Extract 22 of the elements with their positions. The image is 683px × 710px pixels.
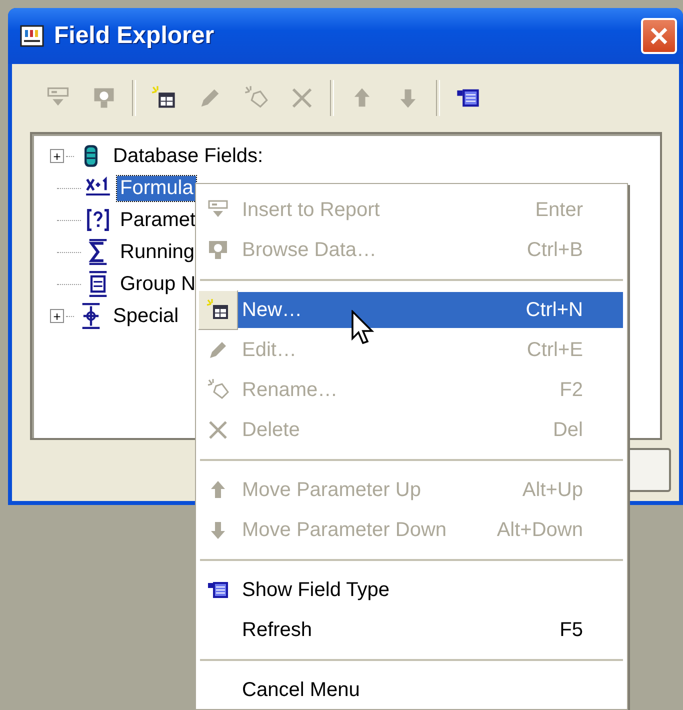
tree-item[interactable]: Formula [117, 176, 196, 200]
tree-item[interactable]: Running [117, 240, 198, 264]
app-icon [20, 24, 44, 48]
expand-toggle[interactable]: + [50, 309, 64, 323]
close-icon [648, 25, 670, 47]
menu-item[interactable]: Refresh F5 [238, 612, 623, 648]
tree-item[interactable]: Paramet [117, 208, 199, 232]
tree-item[interactable]: Special [110, 304, 182, 328]
mouse-pointer-icon [351, 310, 375, 346]
monitor-icon [206, 238, 230, 262]
menu-item[interactable]: Cancel Menu [238, 672, 623, 708]
parameter-icon [85, 207, 111, 233]
new-table-icon [151, 85, 177, 111]
close-button[interactable] [641, 18, 677, 54]
menu-item[interactable]: Show Field Type [238, 572, 623, 608]
window-title: Field Explorer [54, 22, 214, 50]
tree-item[interactable]: Database Fields: [110, 144, 266, 168]
tree-item[interactable]: Group N [117, 272, 199, 296]
menu-item[interactable]: New… Ctrl+N [238, 292, 623, 328]
expand-toggle[interactable]: + [50, 149, 64, 163]
new-table-icon [206, 298, 230, 322]
tag-icon [206, 378, 230, 402]
